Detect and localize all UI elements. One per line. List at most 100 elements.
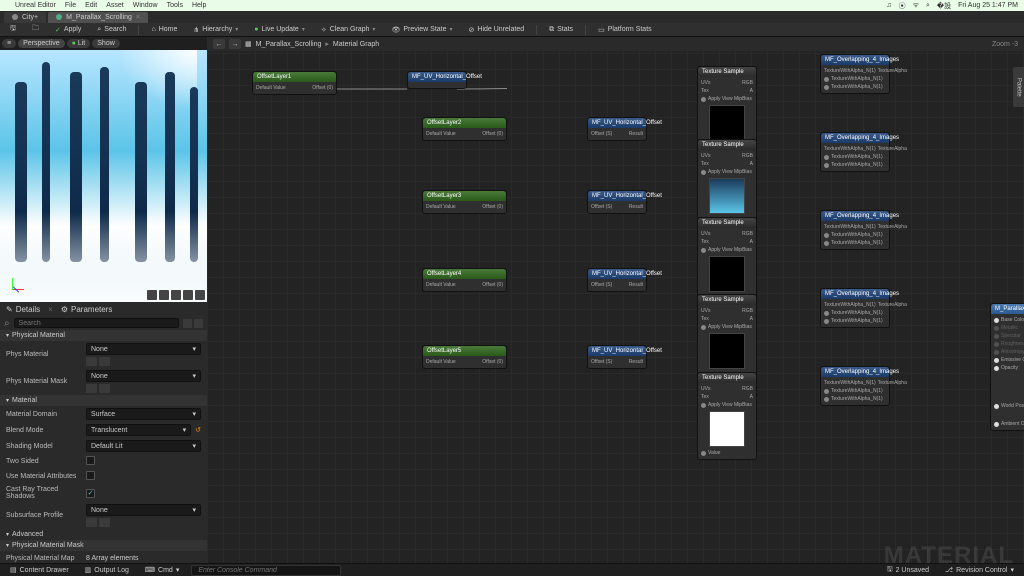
axis-gizmo[interactable] — [8, 274, 28, 294]
node-mf-uv-5[interactable]: MF_UV_Horizontal_Offset Offset (S)Result — [587, 345, 647, 369]
asset-btn[interactable] — [86, 518, 97, 527]
cmd-label[interactable]: ⌨Cmd ▾ — [141, 565, 183, 575]
node-overlap-2[interactable]: MF_Overlapping_4_Images TextureWithAlpha… — [820, 132, 890, 172]
stats-button[interactable]: ⧉Stats — [545, 25, 577, 35]
node-header: Texture Sample — [698, 140, 756, 150]
viewport-shape-icon[interactable] — [171, 290, 181, 300]
search-button[interactable]: ⌕Search — [93, 25, 130, 35]
node-mf-uv-1[interactable]: MF_UV_Horizontal_Offset — [407, 71, 467, 89]
node-texture-sample-5[interactable]: Texture Sample UVsRGB TexA Apply View Mi… — [697, 372, 757, 460]
asset-btn[interactable] — [99, 357, 110, 366]
asset-btn[interactable] — [86, 384, 97, 393]
checkbox-two-sided[interactable] — [86, 456, 95, 465]
section-material[interactable]: Material — [0, 395, 207, 406]
viewport-shape-icon[interactable] — [147, 290, 157, 300]
clean-graph-button[interactable]: ✧Clean Graph▾ — [317, 25, 380, 35]
preview-viewport[interactable] — [0, 50, 207, 302]
home-button[interactable]: ⌂Home — [147, 25, 181, 34]
asset-btn[interactable] — [99, 518, 110, 527]
material-graph[interactable]: ← → ▦ M_Parallax_Scrolling ▸ Material Gr… — [207, 37, 1024, 576]
nav-fwd-button[interactable]: → — [229, 39, 241, 49]
unsaved-indicator[interactable]: 🖫2 Unsaved — [883, 564, 933, 576]
menu-window[interactable]: Window — [133, 2, 158, 9]
close-icon[interactable]: × — [136, 14, 140, 21]
dropdown-blend-mode[interactable]: Translucent▾ — [86, 424, 191, 436]
checkbox-cast-ray-traced[interactable] — [86, 489, 95, 498]
apply-button[interactable]: ✓Apply — [51, 25, 85, 35]
breadcrumb-item[interactable]: M_Parallax_Scrolling — [256, 41, 322, 48]
asset-btn[interactable] — [86, 357, 97, 366]
node-texture-sample-4[interactable]: Texture Sample UVsRGB TexA Apply View Mi… — [697, 294, 757, 382]
node-mf-uv-4[interactable]: MF_UV_Horizontal_Offset Offset (S)Result — [587, 268, 647, 292]
node-offset-layer-3[interactable]: OffsetLayer3 Default ValueOffset (0) — [422, 190, 507, 214]
tab-close[interactable]: × — [48, 305, 53, 314]
texture-preview — [709, 256, 745, 292]
section-physical-material-mask[interactable]: Physical Material Mask — [0, 540, 207, 551]
node-overlap-5[interactable]: MF_Overlapping_4_Images TextureWithAlpha… — [820, 366, 890, 406]
search-icon[interactable]: ⌕ — [926, 2, 930, 10]
menu-edit[interactable]: Edit — [85, 2, 97, 9]
clock[interactable]: Fri Aug 25 1:47 PM — [958, 2, 1018, 9]
gear-icon[interactable] — [194, 319, 203, 328]
menu-file[interactable]: File — [65, 2, 76, 9]
hierarchy-button[interactable]: ⋔Hierarchy▾ — [189, 25, 242, 35]
show-button[interactable]: Show — [92, 39, 120, 48]
checkbox-use-material-attr[interactable] — [86, 471, 95, 480]
app-name[interactable]: Unreal Editor — [15, 2, 56, 9]
dropdown-phys-material-mask[interactable]: None▾ — [86, 370, 201, 382]
asset-btn[interactable] — [99, 384, 110, 393]
live-update-button[interactable]: ●Live Update▾ — [250, 25, 309, 34]
dropdown-subsurface[interactable]: None▾ — [86, 504, 201, 516]
filter-icon[interactable] — [183, 319, 192, 328]
content-drawer-button[interactable]: ▤Content Drawer — [6, 565, 73, 575]
node-material-output[interactable]: M_Parallax_Scrolling Base Color Metallic… — [990, 303, 1024, 431]
node-mf-uv-3[interactable]: MF_UV_Horizontal_Offset Offset (S)Result — [587, 190, 647, 214]
node-texture-sample-2[interactable]: Texture Sample UVsRGB TexA Apply View Mi… — [697, 139, 757, 227]
node-offset-layer-1[interactable]: OffsetLayer1 Default ValueOffset (0) — [252, 71, 337, 95]
viewport-menu-button[interactable]: ≡ — [2, 39, 16, 48]
revision-control-button[interactable]: ⎇Revision Control ▾ — [941, 564, 1018, 576]
viewport-shape-icon[interactable] — [159, 290, 169, 300]
tab-material[interactable]: M_Parallax_Scrolling × — [48, 12, 148, 23]
console-input[interactable] — [191, 565, 341, 576]
section-advanced[interactable]: Advanced — [0, 529, 207, 540]
node-overlap-1[interactable]: MF_Overlapping_4_Images TextureWithAlpha… — [820, 54, 890, 94]
section-physical-material[interactable]: Physical Material — [0, 330, 207, 341]
tab-parameters[interactable]: ⚙Parameters — [61, 305, 113, 314]
viewport-shape-icon[interactable] — [195, 290, 205, 300]
node-mf-uv-2[interactable]: MF_UV_Horizontal_Offset Offset (S)Result — [587, 117, 647, 141]
node-offset-layer-5[interactable]: OffsetLayer5 Default ValueOffset (0) — [422, 345, 507, 369]
browse-button[interactable]: 🗀 — [28, 23, 43, 36]
breadcrumb-item[interactable]: Material Graph — [333, 41, 379, 48]
perspective-button[interactable]: Perspective — [18, 39, 65, 48]
node-offset-layer-4[interactable]: OffsetLayer4 Default ValueOffset (0) — [422, 268, 507, 292]
node-overlap-3[interactable]: MF_Overlapping_4_Images TextureWithAlpha… — [820, 210, 890, 250]
wifi-icon[interactable]: ᯤ — [913, 1, 919, 10]
search-input[interactable] — [14, 318, 179, 328]
palette-tab[interactable]: Palette — [1013, 67, 1024, 107]
output-log-button[interactable]: ▥Output Log — [81, 565, 133, 575]
reset-icon[interactable]: ↺ — [195, 426, 201, 434]
dropdown-shading-model[interactable]: Default Lit▾ — [86, 440, 201, 452]
node-texture-sample-3[interactable]: Texture Sample UVsRGB TexA Apply View Mi… — [697, 217, 757, 305]
platform-stats-button[interactable]: ▭Platform Stats — [594, 25, 656, 35]
menu-help[interactable]: Help — [192, 2, 206, 9]
nav-back-button[interactable]: ← — [213, 39, 225, 49]
node-offset-layer-2[interactable]: OffsetLayer2 Default ValueOffset (0) — [422, 117, 507, 141]
save-button[interactable]: 🖫 — [6, 23, 20, 36]
menu-asset[interactable]: Asset — [106, 2, 124, 9]
menu-tools[interactable]: Tools — [167, 2, 183, 9]
node-overlap-4[interactable]: MF_Overlapping_4_Images TextureWithAlpha… — [820, 288, 890, 328]
lit-button[interactable]: ● Lit — [67, 39, 91, 48]
control-center-icon[interactable]: �設 — [937, 1, 951, 11]
headphones-icon[interactable]: ♫ — [886, 2, 891, 9]
record-icon[interactable]: ⦿ — [899, 1, 906, 11]
tab-level[interactable]: City+ — [4, 12, 46, 23]
preview-state-button[interactable]: 👁Preview State▾ — [387, 25, 456, 35]
dropdown-material-domain[interactable]: Surface▾ — [86, 408, 201, 420]
dropdown-phys-material[interactable]: None▾ — [86, 343, 201, 355]
viewport-shape-icon[interactable] — [183, 290, 193, 300]
details-body[interactable]: Physical Material Phys Material None▾ Ph… — [0, 330, 207, 576]
hide-unrelated-button[interactable]: ⊘Hide Unrelated — [465, 25, 529, 35]
tab-details[interactable]: ✎Details — [6, 305, 40, 314]
